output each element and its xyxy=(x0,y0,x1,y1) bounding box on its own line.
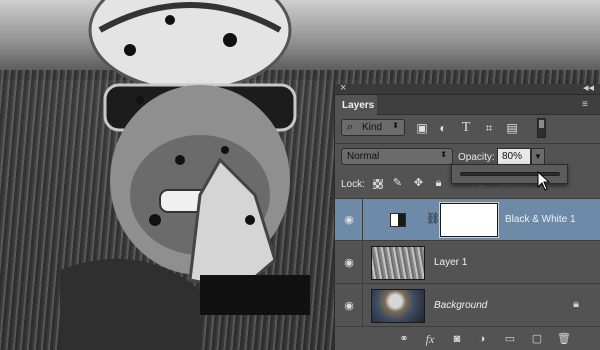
black-white-adjustment-icon xyxy=(390,213,406,227)
panel-menu-icon[interactable]: ≡ xyxy=(582,100,594,110)
collapse-panel-icon[interactable]: ◂◂ xyxy=(583,81,594,94)
type-filter-icon[interactable]: T xyxy=(459,121,473,135)
panel-tab-bar: Layers ≡ xyxy=(335,95,600,115)
layers-list: ◉ ⛓︎ Black & White 1 ◉ Layer 1 ◉ Backgro… xyxy=(335,199,600,327)
new-layer-icon[interactable]: ▢ xyxy=(530,332,544,346)
close-panel-icon[interactable]: × xyxy=(340,82,346,94)
eye-icon[interactable]: ◉ xyxy=(343,300,355,312)
lock-icon[interactable]: 🔒︎ xyxy=(573,298,579,311)
layer-name: Black & White 1 xyxy=(505,214,576,225)
kind-filter-label: Kind xyxy=(362,122,383,133)
cyclist-figure xyxy=(60,0,310,350)
blend-mode-select[interactable]: Normal ⬍ xyxy=(341,148,453,165)
layer-thumbnail xyxy=(371,289,425,323)
eye-icon[interactable]: ◉ xyxy=(343,257,355,269)
layers-panel: × ◂◂ Layers ≡ ⌕ Kind ⬍ ▣ ◐ T ⌗ ▤ Normal … xyxy=(334,81,600,350)
search-icon: ⌕ xyxy=(347,121,354,133)
screen: × ◂◂ Layers ≡ ⌕ Kind ⬍ ▣ ◐ T ⌗ ▤ Normal … xyxy=(0,0,600,350)
lock-all-icon[interactable]: 🔒︎ xyxy=(432,177,445,190)
opacity-label: Opacity: xyxy=(458,152,495,163)
add-mask-icon[interactable]: ◙ xyxy=(450,332,464,346)
tab-layers[interactable]: Layers xyxy=(335,95,377,115)
mask-link-icon[interactable]: ⛓︎ xyxy=(426,212,440,225)
visibility-cell: ◉ xyxy=(335,242,363,284)
trash-icon[interactable]: 🗑︎ xyxy=(557,332,571,346)
visibility-cell: ◉ xyxy=(335,285,363,327)
eye-icon[interactable]: ◉ xyxy=(343,214,355,226)
opacity-dropdown-arrow-icon[interactable]: ▼ xyxy=(531,148,545,165)
layer-name: Background xyxy=(434,300,488,311)
mouse-pointer-icon xyxy=(537,171,551,191)
adjustment-layer-icon[interactable]: ◑ xyxy=(475,332,489,346)
opacity-input[interactable]: 80% xyxy=(497,148,531,165)
layer-row-black-white-1[interactable]: ◉ ⛓︎ Black & White 1 xyxy=(335,199,600,241)
lock-transparent-pixels-icon[interactable] xyxy=(373,179,383,189)
new-group-icon[interactable]: ▭ xyxy=(503,332,517,346)
visibility-cell: ◉ xyxy=(335,199,363,241)
chevron-updown-icon: ⬍ xyxy=(392,121,399,130)
smart-object-filter-icon[interactable]: ▤ xyxy=(505,121,519,135)
layer-name: Layer 1 xyxy=(434,257,468,268)
kind-filter-select[interactable]: ⌕ Kind ⬍ xyxy=(341,119,405,136)
layer-row-background[interactable]: ◉ Background 🔒︎ xyxy=(335,285,600,327)
filter-row: ⌕ Kind ⬍ ▣ ◐ T ⌗ ▤ xyxy=(335,115,600,143)
lock-image-pixels-icon[interactable]: ✎ xyxy=(391,177,404,190)
shape-filter-icon[interactable]: ⌗ xyxy=(482,121,496,135)
layer-row-layer-1[interactable]: ◉ Layer 1 xyxy=(335,242,600,284)
panel-title-bar: × ◂◂ xyxy=(335,81,600,95)
lock-label: Lock: xyxy=(341,179,365,190)
link-layers-icon[interactable]: ⚭ xyxy=(397,332,411,346)
blend-mode-value: Normal xyxy=(347,151,380,162)
filter-toggle-switch[interactable] xyxy=(537,118,546,138)
image-filter-icon[interactable]: ▣ xyxy=(415,121,429,135)
chevron-updown-icon: ⬍ xyxy=(440,150,447,159)
layer-mask-thumbnail[interactable] xyxy=(439,202,499,238)
layers-bottom-toolbar: ⚭ fx ◙ ◑ ▭ ▢ 🗑︎ xyxy=(335,326,600,350)
lock-position-icon[interactable]: ✥ xyxy=(412,177,425,190)
adjustment-filter-icon[interactable]: ◐ xyxy=(436,121,450,135)
fx-icon[interactable]: fx xyxy=(423,332,437,346)
layer-thumbnail xyxy=(371,246,425,280)
